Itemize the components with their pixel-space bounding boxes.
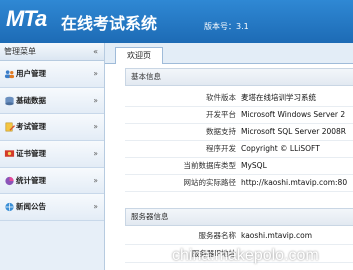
chevron-down-icon: » (93, 122, 98, 132)
chevron-down-icon: » (93, 175, 98, 185)
logo-text: MTa (6, 6, 47, 31)
info-value: Copyright © LLiSOFT (241, 144, 320, 153)
main-content: 基本信息 软件版本 麦塔在线培训学习系统 开发平台 Microsoft Wind… (125, 68, 353, 270)
exam-icon (5, 122, 15, 132)
sidebar-item-label: 证书管理 (16, 149, 46, 159)
tab-bar: 欢迎页 (105, 43, 353, 64)
info-label: 开发平台 (206, 110, 236, 119)
info-value: http://kaoshi.mtavip.com:80 (241, 178, 348, 187)
info-label: 网站的实际路径 (183, 178, 237, 187)
sidebar-item-exam[interactable]: 考试管理 » (0, 114, 104, 142)
info-row: 程序开发 Copyright © LLiSOFT (125, 141, 353, 158)
info-value: MySQL (241, 161, 267, 170)
sidebar-item-label: 用户管理 (16, 69, 46, 78)
chevron-down-icon: » (93, 95, 98, 105)
sidebar-item-label: 统计管理 (16, 175, 46, 185)
sidebar-item-users[interactable]: 用户管理 » (0, 61, 104, 88)
sidebar-title: 管理菜单 « (0, 43, 104, 61)
info-row: 开发平台 Microsoft Windows Server 2 (125, 107, 353, 124)
sidebar-item-label: 基础数据 (16, 95, 46, 105)
info-value: 麦塔在线培训学习系统 (241, 93, 316, 102)
tab-welcome[interactable]: 欢迎页 (115, 47, 163, 64)
info-row: 网站的实际路径 http://kaoshi.mtavip.com:80 (125, 175, 353, 192)
info-label: 数据支持 (206, 127, 236, 136)
info-value: kaoshi.mtavip.com (241, 231, 313, 240)
info-label: 软件版本 (206, 93, 236, 102)
info-value: Microsoft SQL Server 2008R (241, 127, 347, 136)
info-row: 当前数据库类型 MySQL (125, 158, 353, 175)
app-header: MTa 在线考试系统 版本号：3.1 (0, 0, 353, 43)
collapse-icon[interactable]: « (93, 43, 98, 60)
database-icon (5, 96, 14, 105)
certificate-icon (4, 150, 15, 157)
section-title-server: 服务器信息 (125, 208, 353, 226)
chevron-down-icon: » (93, 149, 98, 159)
users-icon (4, 70, 15, 79)
version-label: 版本号：3.1 (204, 22, 249, 31)
sidebar-item-news[interactable]: 新闻公告 » (0, 194, 104, 222)
sidebar-item-label: 新闻公告 (16, 202, 46, 212)
chevron-down-icon: » (93, 202, 98, 212)
info-row: 数据支持 Microsoft SQL Server 2008R (125, 124, 353, 141)
watermark: china.makepolo.com (172, 247, 319, 264)
sidebar-item-label: 考试管理 (16, 122, 46, 132)
info-label: 服务器名称 (198, 231, 237, 240)
info-label: 程序开发 (206, 144, 236, 153)
news-icon (5, 203, 14, 212)
app-title: 在线考试系统 (61, 14, 158, 33)
chevron-down-icon: » (93, 69, 98, 78)
info-label: 当前数据库类型 (183, 161, 237, 170)
sidebar-item-statistics[interactable]: 统计管理 » (0, 167, 104, 195)
sidebar-title-label: 管理菜单 (4, 47, 36, 56)
sidebar-item-basic-data[interactable]: 基础数据 » (0, 87, 104, 115)
sidebar-item-certificate[interactable]: 证书管理 » (0, 141, 104, 168)
info-row: 软件版本 麦塔在线培训学习系统 (125, 90, 353, 107)
section-title-basic: 基本信息 (125, 68, 353, 86)
info-value: Microsoft Windows Server 2 (241, 110, 346, 119)
info-row: 服务器名称 kaoshi.mtavip.com (125, 228, 353, 245)
chart-icon (5, 176, 14, 185)
sidebar: 管理菜单 « 用户管理 » 基础数据 » 考试管理 » 证书管理 » 统计管理 … (0, 43, 105, 270)
